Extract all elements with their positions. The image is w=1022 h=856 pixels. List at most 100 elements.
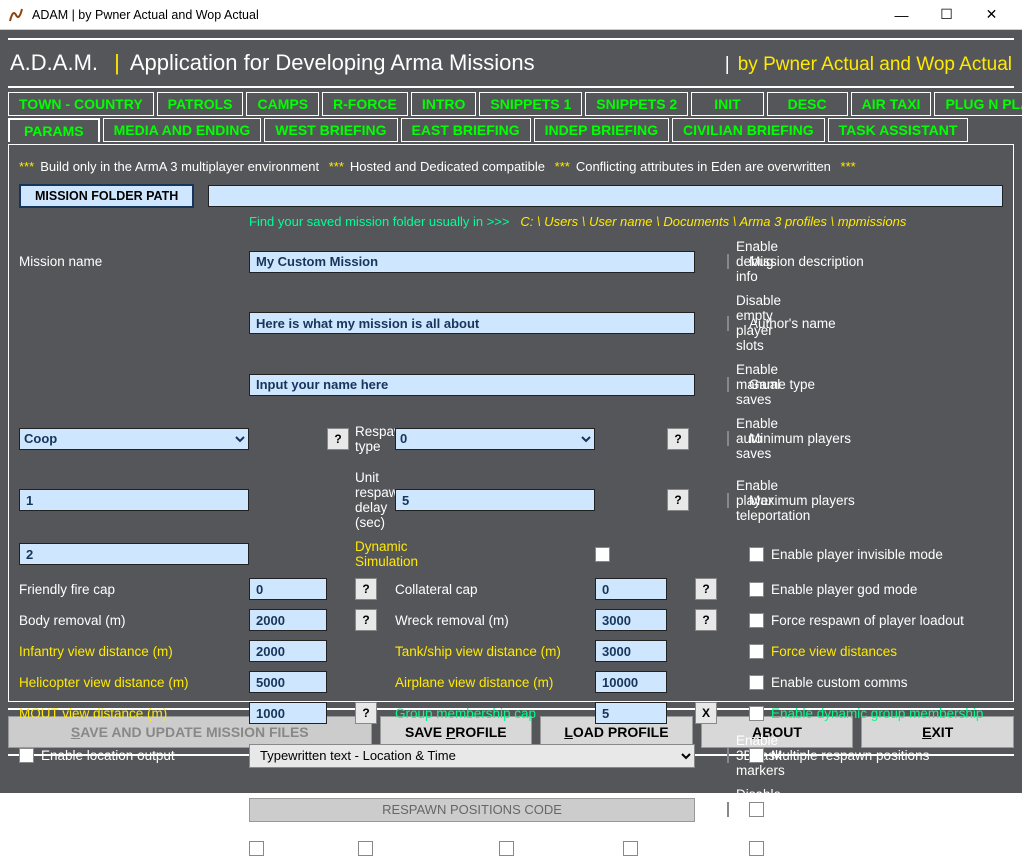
label-heli-view: Helicopter view distance (m) bbox=[19, 675, 249, 690]
cb-label: Respawn at mission start bbox=[771, 802, 922, 817]
mission-folder-path-input[interactable] bbox=[208, 185, 1003, 207]
credits-text: by Pwner Actual and Wop Actual bbox=[738, 54, 1012, 75]
help-game-type[interactable]: ? bbox=[327, 428, 349, 450]
label-mout-view: MOUT view distance (m) bbox=[19, 706, 249, 721]
app-header: A.D.A.M. | Application for Developing Ar… bbox=[8, 44, 1014, 86]
tab-r-force[interactable]: R-FORCE bbox=[322, 92, 408, 116]
checkbox-flashlights[interactable] bbox=[249, 841, 264, 856]
respawn-type-select[interactable]: 0 bbox=[395, 428, 595, 450]
checkbox-disable-arty[interactable] bbox=[727, 802, 729, 817]
checkbox-force-view[interactable] bbox=[749, 644, 764, 659]
checkbox-auto-saves[interactable] bbox=[727, 431, 729, 446]
checkbox-empty-slots[interactable] bbox=[727, 316, 729, 331]
x-group-cap[interactable]: X bbox=[695, 702, 717, 724]
checkbox-no-rogue[interactable] bbox=[749, 841, 764, 856]
mission-folder-path-button[interactable]: MISSION FOLDER PATH bbox=[19, 184, 194, 208]
tab-west-briefing[interactable]: WEST BRIEFING bbox=[264, 118, 397, 142]
tabs-row-2: PARAMS MEDIA AND ENDING WEST BRIEFING EA… bbox=[8, 118, 1014, 142]
tab-params[interactable]: PARAMS bbox=[8, 118, 100, 142]
help-wreck-rem[interactable]: ? bbox=[695, 609, 717, 631]
body-rem-input[interactable] bbox=[249, 609, 327, 631]
respawn-positions-code-button[interactable]: RESPAWN POSITIONS CODE bbox=[249, 798, 695, 822]
tab-init[interactable]: INIT bbox=[691, 92, 763, 116]
tab-snippets-2[interactable]: SNIPPETS 2 bbox=[585, 92, 688, 116]
panel-notes: *** Build only in the ArmA 3 multiplayer… bbox=[19, 155, 1003, 184]
air-view-input[interactable] bbox=[595, 671, 667, 693]
help-body-rem[interactable]: ? bbox=[355, 609, 377, 631]
author-input[interactable] bbox=[249, 374, 695, 396]
mission-name-input[interactable] bbox=[249, 251, 695, 273]
checkbox-force-loadout[interactable] bbox=[749, 613, 764, 628]
mout-view-input[interactable] bbox=[249, 702, 327, 724]
checkbox-invisible[interactable] bbox=[749, 547, 764, 562]
minimize-button[interactable]: — bbox=[879, 1, 924, 29]
tab-civilian-briefing[interactable]: CIVILIAN BRIEFING bbox=[672, 118, 825, 142]
hint-prefix: Find your saved mission folder usually i… bbox=[249, 214, 510, 229]
wreck-rem-input[interactable] bbox=[595, 609, 667, 631]
tab-east-briefing[interactable]: EAST BRIEFING bbox=[401, 118, 531, 142]
tank-view-input[interactable] bbox=[595, 640, 667, 662]
cb-label: Enable custom comms bbox=[771, 675, 908, 690]
inf-view-input[interactable] bbox=[249, 640, 327, 662]
tab-air-taxi[interactable]: AIR TAXI bbox=[851, 92, 932, 116]
mission-desc-input[interactable] bbox=[249, 312, 695, 334]
min-players-input[interactable] bbox=[19, 489, 249, 511]
tab-task-assistant[interactable]: TASK ASSISTANT bbox=[828, 118, 969, 142]
app-subtitle: Application for Developing Arma Missions bbox=[130, 50, 535, 76]
app-acronym: A.D.A.M. | bbox=[10, 50, 130, 76]
collateral-input[interactable] bbox=[595, 578, 667, 600]
label-min-players: Minimum players bbox=[749, 431, 989, 446]
checkbox-wounded[interactable] bbox=[358, 841, 373, 856]
close-button[interactable]: ✕ bbox=[969, 1, 1014, 29]
tab-intro[interactable]: INTRO bbox=[411, 92, 477, 116]
group-cap-input[interactable] bbox=[595, 702, 667, 724]
tab-camps[interactable]: CAMPS bbox=[246, 92, 319, 116]
help-respawn-type[interactable]: ? bbox=[667, 428, 689, 450]
checkbox-gunrail[interactable] bbox=[499, 841, 514, 856]
tab-town-country[interactable]: TOWN - COUNTRY bbox=[8, 92, 154, 116]
cb-label: Force view distances bbox=[771, 644, 897, 659]
unit-delay-input[interactable] bbox=[395, 489, 595, 511]
app-icon bbox=[8, 7, 24, 23]
max-players-input[interactable] bbox=[19, 543, 249, 565]
tab-snippets-1[interactable]: SNIPPETS 1 bbox=[479, 92, 582, 116]
location-style-select[interactable]: Typewritten text - Location & Time bbox=[249, 744, 695, 768]
form-grid: Mission name Enable debug info Mission d… bbox=[19, 239, 1003, 856]
checkbox-3d-task[interactable] bbox=[727, 748, 729, 763]
help-collateral[interactable]: ? bbox=[695, 578, 717, 600]
label-mission-desc: Mission description bbox=[749, 254, 989, 269]
cb-label: Gun rail anim bbox=[521, 841, 601, 856]
checkbox-manual-saves[interactable] bbox=[727, 377, 729, 392]
checkbox-god-mode[interactable] bbox=[749, 582, 764, 597]
checkbox-respawn-start[interactable] bbox=[749, 802, 764, 817]
header-separator: | bbox=[114, 50, 120, 75]
tab-media-ending[interactable]: MEDIA AND ENDING bbox=[103, 118, 262, 142]
maximize-button[interactable]: ☐ bbox=[924, 1, 969, 29]
checkbox-debug[interactable] bbox=[727, 254, 729, 269]
divider bbox=[8, 38, 1014, 40]
cb-label: Base jump bbox=[645, 841, 709, 856]
tab-plug-n-play[interactable]: PLUG N PLAY bbox=[934, 92, 1022, 116]
checkbox-custom-comms[interactable] bbox=[749, 675, 764, 690]
tab-patrols[interactable]: PATROLS bbox=[157, 92, 244, 116]
help-mout-view[interactable]: ? bbox=[355, 702, 377, 724]
label-air-view: Airplane view distance (m) bbox=[395, 675, 595, 690]
ff-cap-input[interactable] bbox=[249, 578, 327, 600]
app-credits: |by Pwner Actual and Wop Actual bbox=[725, 54, 1012, 76]
cb-label: Enable location output bbox=[41, 748, 175, 763]
checkbox-dyn-group[interactable] bbox=[749, 706, 764, 721]
checkbox-basejump[interactable] bbox=[623, 841, 638, 856]
checkbox-teleport[interactable] bbox=[727, 493, 729, 508]
checkbox-location-output[interactable] bbox=[19, 748, 34, 763]
tab-indep-briefing[interactable]: INDEP BRIEFING bbox=[534, 118, 669, 142]
folder-hint: Find your saved mission folder usually i… bbox=[249, 212, 1003, 239]
game-type-select[interactable]: Coop bbox=[19, 428, 249, 450]
heli-view-input[interactable] bbox=[249, 671, 327, 693]
note-text: Conflicting attributes in Eden are overw… bbox=[576, 159, 831, 174]
checkbox-dyn-sim[interactable] bbox=[595, 547, 610, 562]
help-ff-cap[interactable]: ? bbox=[355, 578, 377, 600]
cb-label: Enable dynamic group membership bbox=[771, 706, 983, 721]
checkbox-multi-respawn[interactable] bbox=[749, 748, 764, 763]
tab-desc[interactable]: DESC bbox=[767, 92, 848, 116]
help-unit-delay[interactable]: ? bbox=[667, 489, 689, 511]
